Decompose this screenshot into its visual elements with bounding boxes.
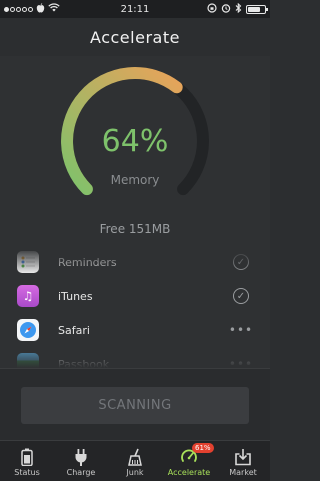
app-header: Accelerate <box>0 18 270 56</box>
more-button[interactable]: ••• <box>228 355 254 368</box>
battery-icon <box>16 447 38 467</box>
passbook-icon <box>17 353 39 368</box>
more-icon: ••• <box>228 357 254 368</box>
tab-junk[interactable]: Junk <box>108 441 162 481</box>
signal-strength-icon <box>4 6 33 12</box>
tab-label: Junk <box>126 468 144 477</box>
status-time: 21:11 <box>120 3 150 15</box>
apple-icon <box>36 2 45 16</box>
rotation-lock-icon <box>207 2 217 16</box>
wifi-icon <box>48 3 60 15</box>
status-right <box>171 2 268 16</box>
free-memory-label: Free 151MB <box>99 222 171 236</box>
list-item-safari[interactable]: Safari ••• <box>0 313 270 347</box>
app-name: Passbook <box>58 357 110 369</box>
accelerate-badge: 61% <box>192 443 214 453</box>
plug-icon <box>70 447 92 467</box>
memory-percent: 64% <box>101 124 169 159</box>
app-name: iTunes <box>58 289 93 303</box>
safari-icon <box>17 319 39 341</box>
tab-market[interactable]: Market <box>216 441 270 481</box>
list-item-itunes[interactable]: ♫ iTunes ✓ <box>0 279 270 313</box>
tab-label: Charge <box>66 468 96 477</box>
app-name: Safari <box>58 323 90 337</box>
reminders-icon <box>17 251 39 273</box>
page-title: Accelerate <box>90 27 180 47</box>
status-left <box>4 2 99 16</box>
bluetooth-icon <box>235 2 242 16</box>
broom-icon <box>124 447 146 467</box>
check-icon: ✓ <box>233 288 249 304</box>
list-item-passbook[interactable]: Passbook ••• <box>0 347 270 368</box>
list-item-reminders[interactable]: Reminders ✓ <box>0 248 270 279</box>
tab-label: Status <box>14 468 40 477</box>
more-icon: ••• <box>228 323 254 337</box>
memory-label: Memory <box>110 173 160 187</box>
scan-panel: SCANNING <box>0 368 270 440</box>
tab-bar: Status Charge Junk 61% Accelerate Market <box>0 440 270 481</box>
memory-gauge-panel: 64% Memory Free 151MB <box>0 56 270 248</box>
running-apps-list[interactable]: Reminders ✓ ♫ iTunes ✓ Safari ••• Passbo… <box>0 248 270 368</box>
checkbox-checked[interactable]: ✓ <box>232 253 250 271</box>
tab-label: Accelerate <box>167 468 211 477</box>
scanning-button[interactable]: SCANNING <box>21 387 249 424</box>
tab-charge[interactable]: Charge <box>54 441 108 481</box>
app-name: Reminders <box>58 255 117 269</box>
itunes-icon: ♫ <box>17 285 39 307</box>
download-icon <box>232 447 254 467</box>
check-icon: ✓ <box>233 254 249 270</box>
battery-indicator <box>246 4 268 14</box>
alarm-icon <box>221 3 231 16</box>
tab-accelerate[interactable]: 61% Accelerate <box>162 441 216 481</box>
tab-status[interactable]: Status <box>0 441 54 481</box>
status-bar: 21:11 <box>0 0 270 18</box>
checkbox-checked[interactable]: ✓ <box>232 287 250 305</box>
more-button[interactable]: ••• <box>228 321 254 339</box>
tab-label: Market <box>229 468 257 477</box>
